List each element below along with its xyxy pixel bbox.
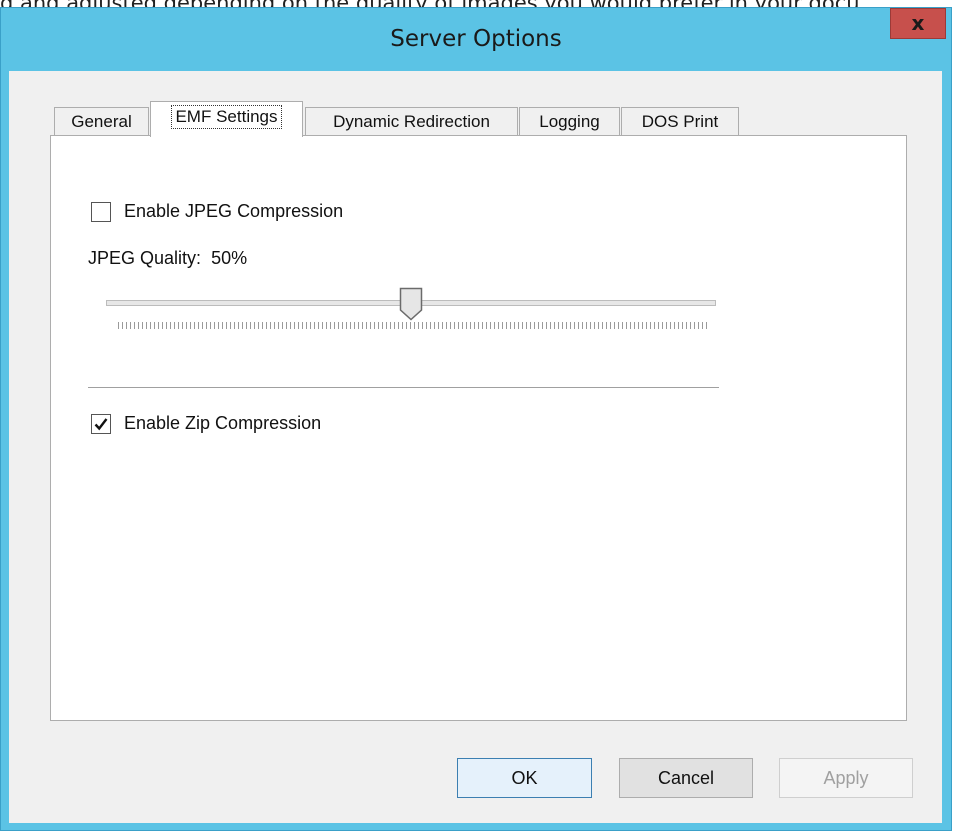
tab-dos-print[interactable]: DOS Print xyxy=(621,107,739,136)
tab-logging-label: Logging xyxy=(539,112,600,131)
jpeg-quality-value: 50% xyxy=(211,248,248,268)
cancel-button[interactable]: Cancel xyxy=(619,758,753,798)
tab-dynamic-redirection[interactable]: Dynamic Redirection xyxy=(305,107,518,136)
tab-general-label: General xyxy=(71,112,132,131)
ok-button[interactable]: OK xyxy=(457,758,592,798)
zip-compression-option[interactable]: Enable Zip Compression xyxy=(91,413,321,434)
title-bar[interactable]: Server Options x xyxy=(1,8,951,71)
jpeg-quality-slider-thumb[interactable] xyxy=(399,287,423,321)
zip-compression-checkbox[interactable] xyxy=(91,413,111,434)
dialog-title: Server Options xyxy=(390,26,562,52)
close-button[interactable]: x xyxy=(890,8,946,39)
tab-logging[interactable]: Logging xyxy=(519,107,620,136)
jpeg-compression-checkbox[interactable] xyxy=(91,201,111,222)
zip-compression-label: Enable Zip Compression xyxy=(124,413,322,433)
emf-settings-panel: Enable JPEG Compression JPEG Quality: 50… xyxy=(50,135,907,721)
section-divider xyxy=(88,387,719,388)
jpeg-quality-label: JPEG Quality: 50% xyxy=(88,248,247,269)
jpeg-quality-caption: JPEG Quality: xyxy=(88,248,202,268)
tab-dos-print-label: DOS Print xyxy=(641,112,719,131)
tab-general[interactable]: General xyxy=(54,107,149,136)
tab-dynamic-redirection-label: Dynamic Redirection xyxy=(333,112,490,131)
checkmark-icon xyxy=(94,417,108,430)
apply-button[interactable]: Apply xyxy=(779,758,913,798)
tab-emf-settings-label: EMF Settings xyxy=(171,105,282,129)
dialog-client-area: General EMF Settings Dynamic Redirection… xyxy=(9,71,942,823)
tab-emf-settings[interactable]: EMF Settings xyxy=(150,101,303,137)
jpeg-quality-slider-ticks xyxy=(118,322,708,329)
jpeg-compression-label: Enable JPEG Compression xyxy=(124,201,344,221)
server-options-dialog: Server Options x General EMF Settings Dy… xyxy=(0,7,952,831)
jpeg-compression-option[interactable]: Enable JPEG Compression xyxy=(91,201,343,222)
